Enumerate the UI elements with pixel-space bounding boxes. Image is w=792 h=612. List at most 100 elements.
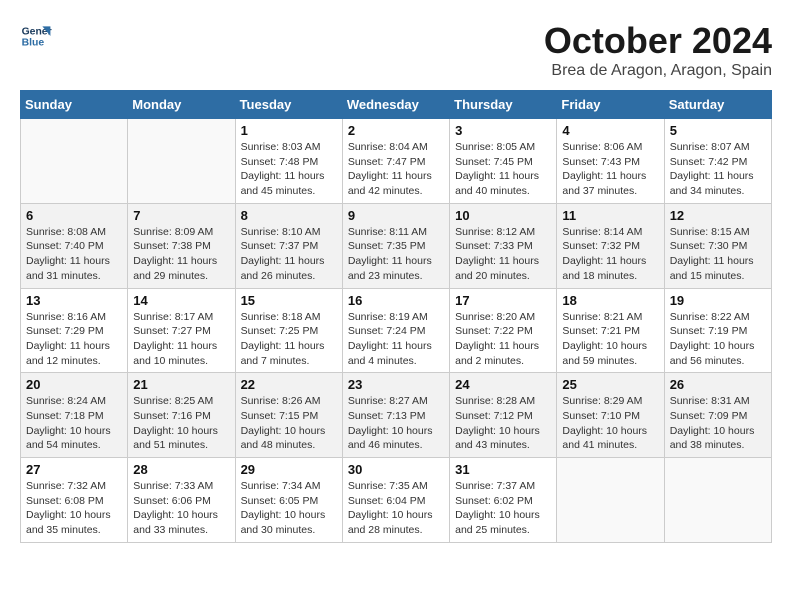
calendar-cell: 30 Sunrise: 7:35 AM Sunset: 6:04 PM Dayli…: [342, 458, 449, 543]
day-info: Sunrise: 8:12 AM Sunset: 7:33 PM Dayligh…: [455, 225, 551, 284]
day-number: 26: [670, 377, 766, 392]
calendar-cell: 26 Sunrise: 8:31 AM Sunset: 7:09 PM Dayli…: [664, 373, 771, 458]
weekday-header: Monday: [128, 91, 235, 119]
day-number: 18: [562, 293, 658, 308]
calendar-cell: 21 Sunrise: 8:25 AM Sunset: 7:16 PM Dayli…: [128, 373, 235, 458]
day-number: 22: [241, 377, 337, 392]
day-info: Sunrise: 8:31 AM Sunset: 7:09 PM Dayligh…: [670, 394, 766, 453]
day-number: 4: [562, 123, 658, 138]
calendar-cell: 20 Sunrise: 8:24 AM Sunset: 7:18 PM Dayli…: [21, 373, 128, 458]
day-info: Sunrise: 8:15 AM Sunset: 7:30 PM Dayligh…: [670, 225, 766, 284]
weekday-header: Saturday: [664, 91, 771, 119]
day-number: 1: [241, 123, 337, 138]
calendar-cell: 25 Sunrise: 8:29 AM Sunset: 7:10 PM Dayli…: [557, 373, 664, 458]
day-number: 5: [670, 123, 766, 138]
day-number: 23: [348, 377, 444, 392]
calendar-week-row: 6Sunrise: 8:08 AM Sunset: 7:40 PM Daylig…: [21, 203, 772, 288]
calendar-cell: 28Sunrise: 7:33 AM Sunset: 6:06 PM Dayli…: [128, 458, 235, 543]
day-info: Sunrise: 8:26 AM Sunset: 7:15 PM Dayligh…: [241, 394, 337, 453]
day-number: 12: [670, 208, 766, 223]
day-info: Sunrise: 8:08 AM Sunset: 7:40 PM Dayligh…: [26, 225, 122, 284]
day-number: 29: [241, 462, 337, 477]
calendar-cell: 3Sunrise: 8:05 AM Sunset: 7:45 PM Daylig…: [450, 119, 557, 204]
calendar-cell: 4 Sunrise: 8:06 AM Sunset: 7:43 PM Daylig…: [557, 119, 664, 204]
day-number: 20: [26, 377, 122, 392]
day-info: Sunrise: 7:37 AM Sunset: 6:02 PM Dayligh…: [455, 479, 551, 538]
calendar-cell: 24 Sunrise: 8:28 AM Sunset: 7:12 PM Dayli…: [450, 373, 557, 458]
weekday-header: Tuesday: [235, 91, 342, 119]
calendar-cell: 23 Sunrise: 8:27 AM Sunset: 7:13 PM Dayli…: [342, 373, 449, 458]
day-info: Sunrise: 8:24 AM Sunset: 7:18 PM Dayligh…: [26, 394, 122, 453]
calendar-cell: 27Sunrise: 7:32 AM Sunset: 6:08 PM Dayli…: [21, 458, 128, 543]
day-info: Sunrise: 8:18 AM Sunset: 7:25 PM Dayligh…: [241, 310, 337, 369]
day-number: 14: [133, 293, 229, 308]
day-info: Sunrise: 8:07 AM Sunset: 7:42 PM Dayligh…: [670, 140, 766, 199]
day-info: Sunrise: 7:32 AM Sunset: 6:08 PM Dayligh…: [26, 479, 122, 538]
day-info: Sunrise: 8:29 AM Sunset: 7:10 PM Dayligh…: [562, 394, 658, 453]
calendar: SundayMondayTuesdayWednesdayThursdayFrid…: [20, 90, 772, 543]
calendar-cell: 12 Sunrise: 8:15 AM Sunset: 7:30 PM Dayli…: [664, 203, 771, 288]
calendar-cell: 5 Sunrise: 8:07 AM Sunset: 7:42 PM Daylig…: [664, 119, 771, 204]
day-info: Sunrise: 8:20 AM Sunset: 7:22 PM Dayligh…: [455, 310, 551, 369]
day-info: Sunrise: 8:04 AM Sunset: 7:47 PM Dayligh…: [348, 140, 444, 199]
day-info: Sunrise: 7:35 AM Sunset: 6:04 PM Dayligh…: [348, 479, 444, 538]
calendar-cell: 18 Sunrise: 8:21 AM Sunset: 7:21 PM Dayli…: [557, 288, 664, 373]
weekday-header: Friday: [557, 91, 664, 119]
day-info: Sunrise: 8:28 AM Sunset: 7:12 PM Dayligh…: [455, 394, 551, 453]
weekday-header: Thursday: [450, 91, 557, 119]
day-info: Sunrise: 8:17 AM Sunset: 7:27 PM Dayligh…: [133, 310, 229, 369]
day-info: Sunrise: 8:25 AM Sunset: 7:16 PM Dayligh…: [133, 394, 229, 453]
day-number: 8: [241, 208, 337, 223]
calendar-cell: 15 Sunrise: 8:18 AM Sunset: 7:25 PM Dayli…: [235, 288, 342, 373]
day-number: 15: [241, 293, 337, 308]
calendar-cell: 16Sunrise: 8:19 AM Sunset: 7:24 PM Dayli…: [342, 288, 449, 373]
weekday-header: Sunday: [21, 91, 128, 119]
day-number: 3: [455, 123, 551, 138]
day-info: Sunrise: 7:34 AM Sunset: 6:05 PM Dayligh…: [241, 479, 337, 538]
day-info: Sunrise: 8:11 AM Sunset: 7:35 PM Dayligh…: [348, 225, 444, 284]
day-info: Sunrise: 8:16 AM Sunset: 7:29 PM Dayligh…: [26, 310, 122, 369]
day-number: 28: [133, 462, 229, 477]
calendar-cell: [21, 119, 128, 204]
day-info: Sunrise: 8:09 AM Sunset: 7:38 PM Dayligh…: [133, 225, 229, 284]
calendar-cell: [664, 458, 771, 543]
calendar-cell: 1 Sunrise: 8:03 AM Sunset: 7:48 PM Daylig…: [235, 119, 342, 204]
day-info: Sunrise: 8:19 AM Sunset: 7:24 PM Dayligh…: [348, 310, 444, 369]
calendar-header-row: SundayMondayTuesdayWednesdayThursdayFrid…: [21, 91, 772, 119]
calendar-cell: [557, 458, 664, 543]
calendar-cell: 6Sunrise: 8:08 AM Sunset: 7:40 PM Daylig…: [21, 203, 128, 288]
day-info: Sunrise: 8:10 AM Sunset: 7:37 PM Dayligh…: [241, 225, 337, 284]
location-title: Brea de Aragon, Aragon, Spain: [544, 62, 772, 80]
calendar-cell: [128, 119, 235, 204]
day-number: 9: [348, 208, 444, 223]
calendar-week-row: 20 Sunrise: 8:24 AM Sunset: 7:18 PM Dayli…: [21, 373, 772, 458]
logo: General Blue: [20, 20, 52, 52]
calendar-cell: 29 Sunrise: 7:34 AM Sunset: 6:05 PM Dayli…: [235, 458, 342, 543]
day-info: Sunrise: 8:22 AM Sunset: 7:19 PM Dayligh…: [670, 310, 766, 369]
day-number: 31: [455, 462, 551, 477]
day-info: Sunrise: 8:06 AM Sunset: 7:43 PM Dayligh…: [562, 140, 658, 199]
calendar-cell: 13 Sunrise: 8:16 AM Sunset: 7:29 PM Dayli…: [21, 288, 128, 373]
title-area: October 2024 Brea de Aragon, Aragon, Spa…: [544, 20, 772, 80]
calendar-cell: 2Sunrise: 8:04 AM Sunset: 7:47 PM Daylig…: [342, 119, 449, 204]
calendar-week-row: 27Sunrise: 7:32 AM Sunset: 6:08 PM Dayli…: [21, 458, 772, 543]
svg-text:Blue: Blue: [22, 38, 45, 49]
calendar-cell: 9 Sunrise: 8:11 AM Sunset: 7:35 PM Daylig…: [342, 203, 449, 288]
month-title: October 2024: [544, 20, 772, 62]
calendar-cell: 17Sunrise: 8:20 AM Sunset: 7:22 PM Dayli…: [450, 288, 557, 373]
header: General Blue October 2024 Brea de Aragon…: [20, 20, 772, 80]
day-number: 24: [455, 377, 551, 392]
day-number: 25: [562, 377, 658, 392]
calendar-cell: 8 Sunrise: 8:10 AM Sunset: 7:37 PM Daylig…: [235, 203, 342, 288]
logo-icon: General Blue: [20, 20, 52, 52]
day-info: Sunrise: 8:27 AM Sunset: 7:13 PM Dayligh…: [348, 394, 444, 453]
day-info: Sunrise: 8:21 AM Sunset: 7:21 PM Dayligh…: [562, 310, 658, 369]
calendar-cell: 19Sunrise: 8:22 AM Sunset: 7:19 PM Dayli…: [664, 288, 771, 373]
calendar-cell: 10Sunrise: 8:12 AM Sunset: 7:33 PM Dayli…: [450, 203, 557, 288]
day-number: 30: [348, 462, 444, 477]
day-number: 21: [133, 377, 229, 392]
day-number: 13: [26, 293, 122, 308]
day-info: Sunrise: 8:03 AM Sunset: 7:48 PM Dayligh…: [241, 140, 337, 199]
day-number: 11: [562, 208, 658, 223]
calendar-week-row: 13 Sunrise: 8:16 AM Sunset: 7:29 PM Dayli…: [21, 288, 772, 373]
